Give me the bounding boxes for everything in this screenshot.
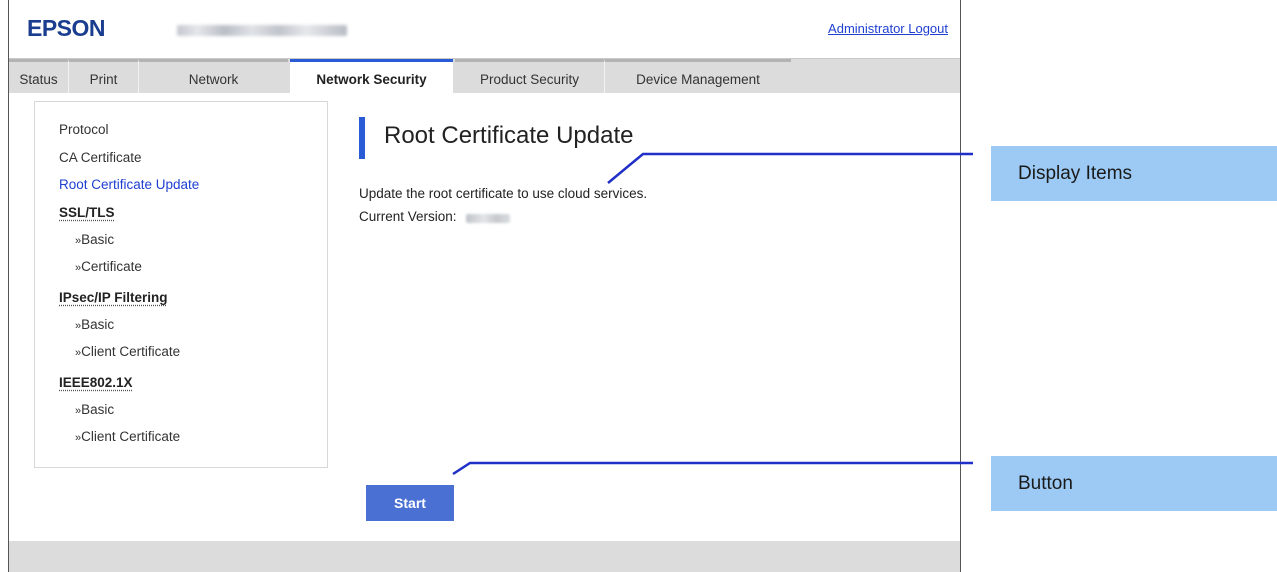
page-header: EPSON Administrator Logout xyxy=(9,0,960,58)
page-description: Update the root certificate to use cloud… xyxy=(359,186,648,201)
sidebar-item-ca-certificate[interactable]: CA Certificate xyxy=(59,150,142,165)
main-tab-bar: Status Print Network Network Security Pr… xyxy=(9,58,960,94)
sidebar-section-ipsec[interactable]: IPsec/IP Filtering xyxy=(59,290,168,305)
tab-print[interactable]: Print xyxy=(69,59,139,93)
sidebar-item-ipsec-basic[interactable]: Basic xyxy=(75,317,114,332)
title-accent-bar xyxy=(359,117,365,159)
sidebar-item-label: Basic xyxy=(81,402,115,417)
current-version-value-redacted xyxy=(466,214,510,223)
callout-button: Button xyxy=(991,456,1277,511)
sidebar-item-label: Client Certificate xyxy=(81,344,181,359)
tab-network[interactable]: Network xyxy=(139,59,288,93)
sidebar-item-label: Basic xyxy=(81,317,115,332)
epson-logo: EPSON xyxy=(27,15,106,41)
sidebar-item-ssl-basic[interactable]: Basic xyxy=(75,232,114,247)
device-name-redacted xyxy=(177,25,347,36)
sidebar-item-ssl-certificate[interactable]: Certificate xyxy=(75,259,142,274)
administrator-logout-link[interactable]: Administrator Logout xyxy=(828,21,948,36)
start-button[interactable]: Start xyxy=(366,485,454,521)
sidebar-item-label: Client Certificate xyxy=(81,429,181,444)
tab-network-security[interactable]: Network Security xyxy=(290,59,453,94)
page-title: Root Certificate Update xyxy=(384,122,634,149)
sidebar-menu: Protocol CA Certificate Root Certificate… xyxy=(34,101,328,468)
sidebar-section-ssl-tls[interactable]: SSL/TLS xyxy=(59,205,115,220)
sidebar-section-ieee8021x[interactable]: IEEE802.1X xyxy=(59,375,133,390)
sidebar-item-ieee-client-certificate[interactable]: Client Certificate xyxy=(75,429,180,444)
page-footer xyxy=(9,541,960,572)
sidebar-item-ipsec-client-certificate[interactable]: Client Certificate xyxy=(75,344,180,359)
tab-product-security[interactable]: Product Security xyxy=(455,59,605,93)
sidebar-item-protocol[interactable]: Protocol xyxy=(59,122,109,137)
sidebar-item-label: Basic xyxy=(81,232,115,247)
browser-frame: EPSON Administrator Logout Status Print … xyxy=(8,0,961,572)
sidebar-item-ieee-basic[interactable]: Basic xyxy=(75,402,114,417)
sidebar-item-root-certificate-update[interactable]: Root Certificate Update xyxy=(59,177,199,192)
current-version-label: Current Version: xyxy=(359,209,457,224)
tab-device-management[interactable]: Device Management xyxy=(605,59,791,93)
tab-status[interactable]: Status xyxy=(9,59,69,93)
callout-display-items: Display Items xyxy=(991,146,1277,201)
sidebar-item-label: Certificate xyxy=(81,259,142,274)
